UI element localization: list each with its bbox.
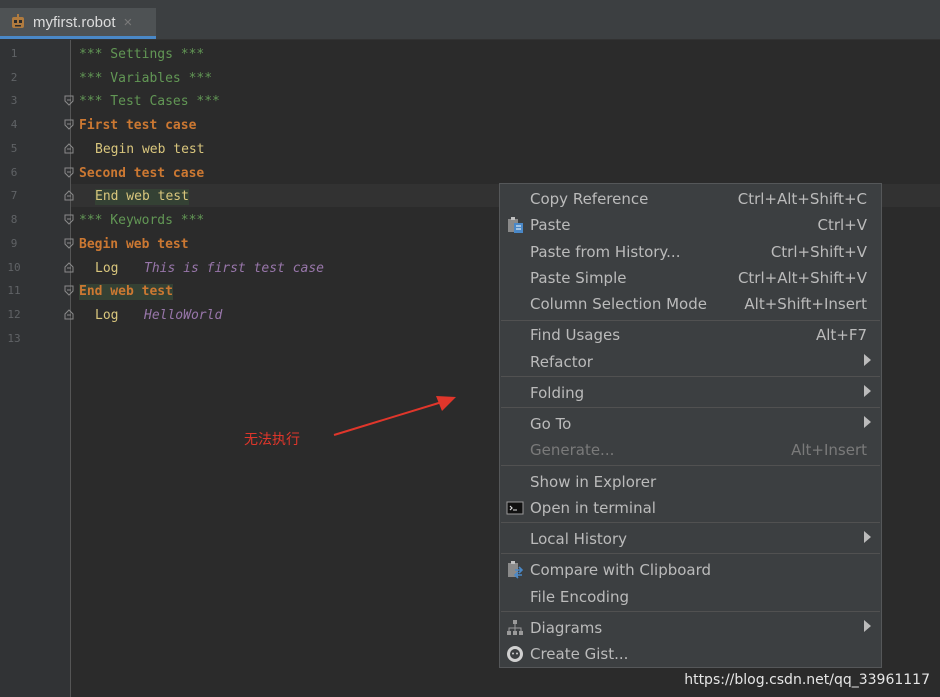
menu-separator	[501, 611, 880, 612]
menu-item-label: Create Gist...	[530, 645, 629, 663]
menu-item-local-history[interactable]: Local History	[500, 527, 881, 551]
compare-clipboard-icon	[508, 561, 524, 579]
menu-item-shortcut: Ctrl+Alt+Shift+C	[737, 190, 867, 208]
menu-item-find-usages[interactable]: Find Usages Alt+F7	[500, 323, 881, 347]
submenu-arrow-icon	[864, 620, 871, 632]
menu-item-label: Show in Explorer	[530, 473, 657, 491]
clipboard-paste-icon	[508, 217, 523, 233]
code-line-keyword-call: End web test	[95, 189, 189, 205]
menu-separator	[501, 320, 880, 321]
menu-item-paste-simple[interactable]: Paste Simple Ctrl+Alt+Shift+V	[500, 266, 881, 290]
menu-item-label: Diagrams	[530, 619, 603, 637]
menu-item-shortcut: Ctrl+Shift+V	[770, 243, 867, 261]
menu-item-label: Find Usages	[530, 326, 621, 344]
menu-item-shortcut: Alt+Insert	[791, 441, 867, 459]
code-line-second-test-case: Second test case	[79, 166, 205, 181]
submenu-arrow-icon	[864, 385, 871, 397]
menu-item-label: Copy Reference	[530, 190, 649, 208]
menu-item-copy-reference[interactable]: Copy Reference Ctrl+Alt+Shift+C	[500, 187, 881, 211]
code-line-test-cases: *** Test Cases ***	[79, 94, 220, 109]
menu-item-file-encoding[interactable]: File Encoding	[500, 585, 881, 609]
line-number: 4	[10, 118, 18, 131]
menu-item-label: Generate...	[530, 441, 615, 459]
line-number: 12	[7, 308, 21, 321]
code-line-log-argument: HelloWorld	[144, 308, 223, 323]
code-line-variables: *** Variables ***	[79, 71, 213, 86]
submenu-arrow-icon	[864, 531, 871, 543]
menu-item-shortcut: Ctrl+Alt+Shift+V	[737, 269, 867, 287]
code-line-log: Log	[95, 308, 119, 323]
line-number: 3	[10, 94, 18, 107]
menu-separator	[501, 376, 880, 377]
editor-tab-bar: myfirst.robot ×	[0, 0, 940, 40]
menu-separator	[501, 522, 880, 523]
watermark-url: https://blog.csdn.net/qq_33961117	[684, 672, 930, 688]
menu-item-generate: Generate... Alt+Insert	[500, 438, 881, 462]
menu-item-diagrams[interactable]: Diagrams	[500, 616, 881, 640]
menu-item-shortcut: Alt+Shift+Insert	[744, 295, 867, 313]
line-number: 11	[7, 284, 21, 297]
menu-item-shortcut: Alt+F7	[815, 326, 867, 344]
line-number: 10	[7, 261, 21, 274]
menu-item-label: Paste	[530, 216, 571, 234]
menu-item-go-to[interactable]: Go To	[500, 412, 881, 436]
diagram-icon	[507, 620, 523, 635]
menu-item-label: Go To	[530, 415, 572, 433]
close-tab-icon[interactable]: ×	[124, 14, 133, 31]
code-line-keyword-call: Begin web test	[95, 142, 205, 157]
code-line-first-test-case: First test case	[79, 118, 197, 133]
line-number: 8	[10, 213, 18, 226]
tab-myfirst-robot[interactable]: myfirst.robot ×	[0, 8, 156, 39]
menu-item-label: Refactor	[530, 353, 593, 371]
menu-item-label: File Encoding	[530, 588, 629, 606]
menu-item-label: Open in terminal	[530, 499, 656, 517]
code-line-log-argument: This is first test case	[144, 261, 325, 276]
code-line-keywords: *** Keywords ***	[79, 213, 205, 228]
menu-item-label: Folding	[530, 384, 585, 402]
annotation-label: 无法执行	[244, 432, 300, 448]
line-number: 9	[10, 237, 18, 250]
menu-item-label: Compare with Clipboard	[530, 561, 712, 579]
menu-item-paste-from-history[interactable]: Paste from History... Ctrl+Shift+V	[500, 240, 881, 264]
code-line-settings: *** Settings ***	[79, 47, 205, 62]
robot-file-icon	[9, 13, 27, 31]
context-menu: Copy Reference Ctrl+Alt+Shift+C Paste Ct…	[499, 183, 882, 668]
menu-separator	[501, 553, 880, 554]
menu-item-label: Paste from History...	[530, 243, 681, 261]
submenu-arrow-icon	[864, 354, 871, 366]
menu-item-column-selection-mode[interactable]: Column Selection Mode Alt+Shift+Insert	[500, 292, 881, 316]
menu-separator	[501, 465, 880, 466]
github-icon	[507, 646, 523, 662]
menu-item-refactor[interactable]: Refactor	[500, 350, 881, 374]
code-line-keyword-definition: Begin web test	[79, 237, 189, 252]
menu-item-label: Column Selection Mode	[530, 295, 707, 313]
menu-item-folding[interactable]: Folding	[500, 381, 881, 405]
code-line-log: Log	[95, 261, 119, 276]
menu-item-label: Paste Simple	[530, 269, 627, 287]
line-number: 13	[7, 332, 21, 345]
menu-item-create-gist[interactable]: Create Gist...	[500, 642, 881, 666]
line-gutter	[0, 40, 71, 697]
tab-label: myfirst.robot	[33, 13, 116, 31]
line-number: 1	[10, 47, 18, 60]
menu-separator	[501, 407, 880, 408]
terminal-icon	[506, 501, 524, 515]
menu-item-shortcut: Ctrl+V	[817, 216, 867, 234]
code-line-keyword-definition: End web test	[79, 284, 173, 300]
annotation-arrow-icon	[333, 396, 456, 436]
submenu-arrow-icon	[864, 416, 871, 428]
menu-item-open-in-terminal[interactable]: Open in terminal	[500, 496, 881, 520]
line-number: 7	[10, 189, 18, 202]
line-number: 2	[10, 71, 18, 84]
line-number: 5	[10, 142, 18, 155]
menu-item-compare-with-clipboard[interactable]: Compare with Clipboard	[500, 558, 881, 582]
menu-item-label: Local History	[530, 530, 628, 548]
line-number: 6	[10, 166, 18, 179]
menu-item-show-in-explorer[interactable]: Show in Explorer	[500, 470, 881, 494]
menu-item-paste[interactable]: Paste Ctrl+V	[500, 213, 881, 237]
